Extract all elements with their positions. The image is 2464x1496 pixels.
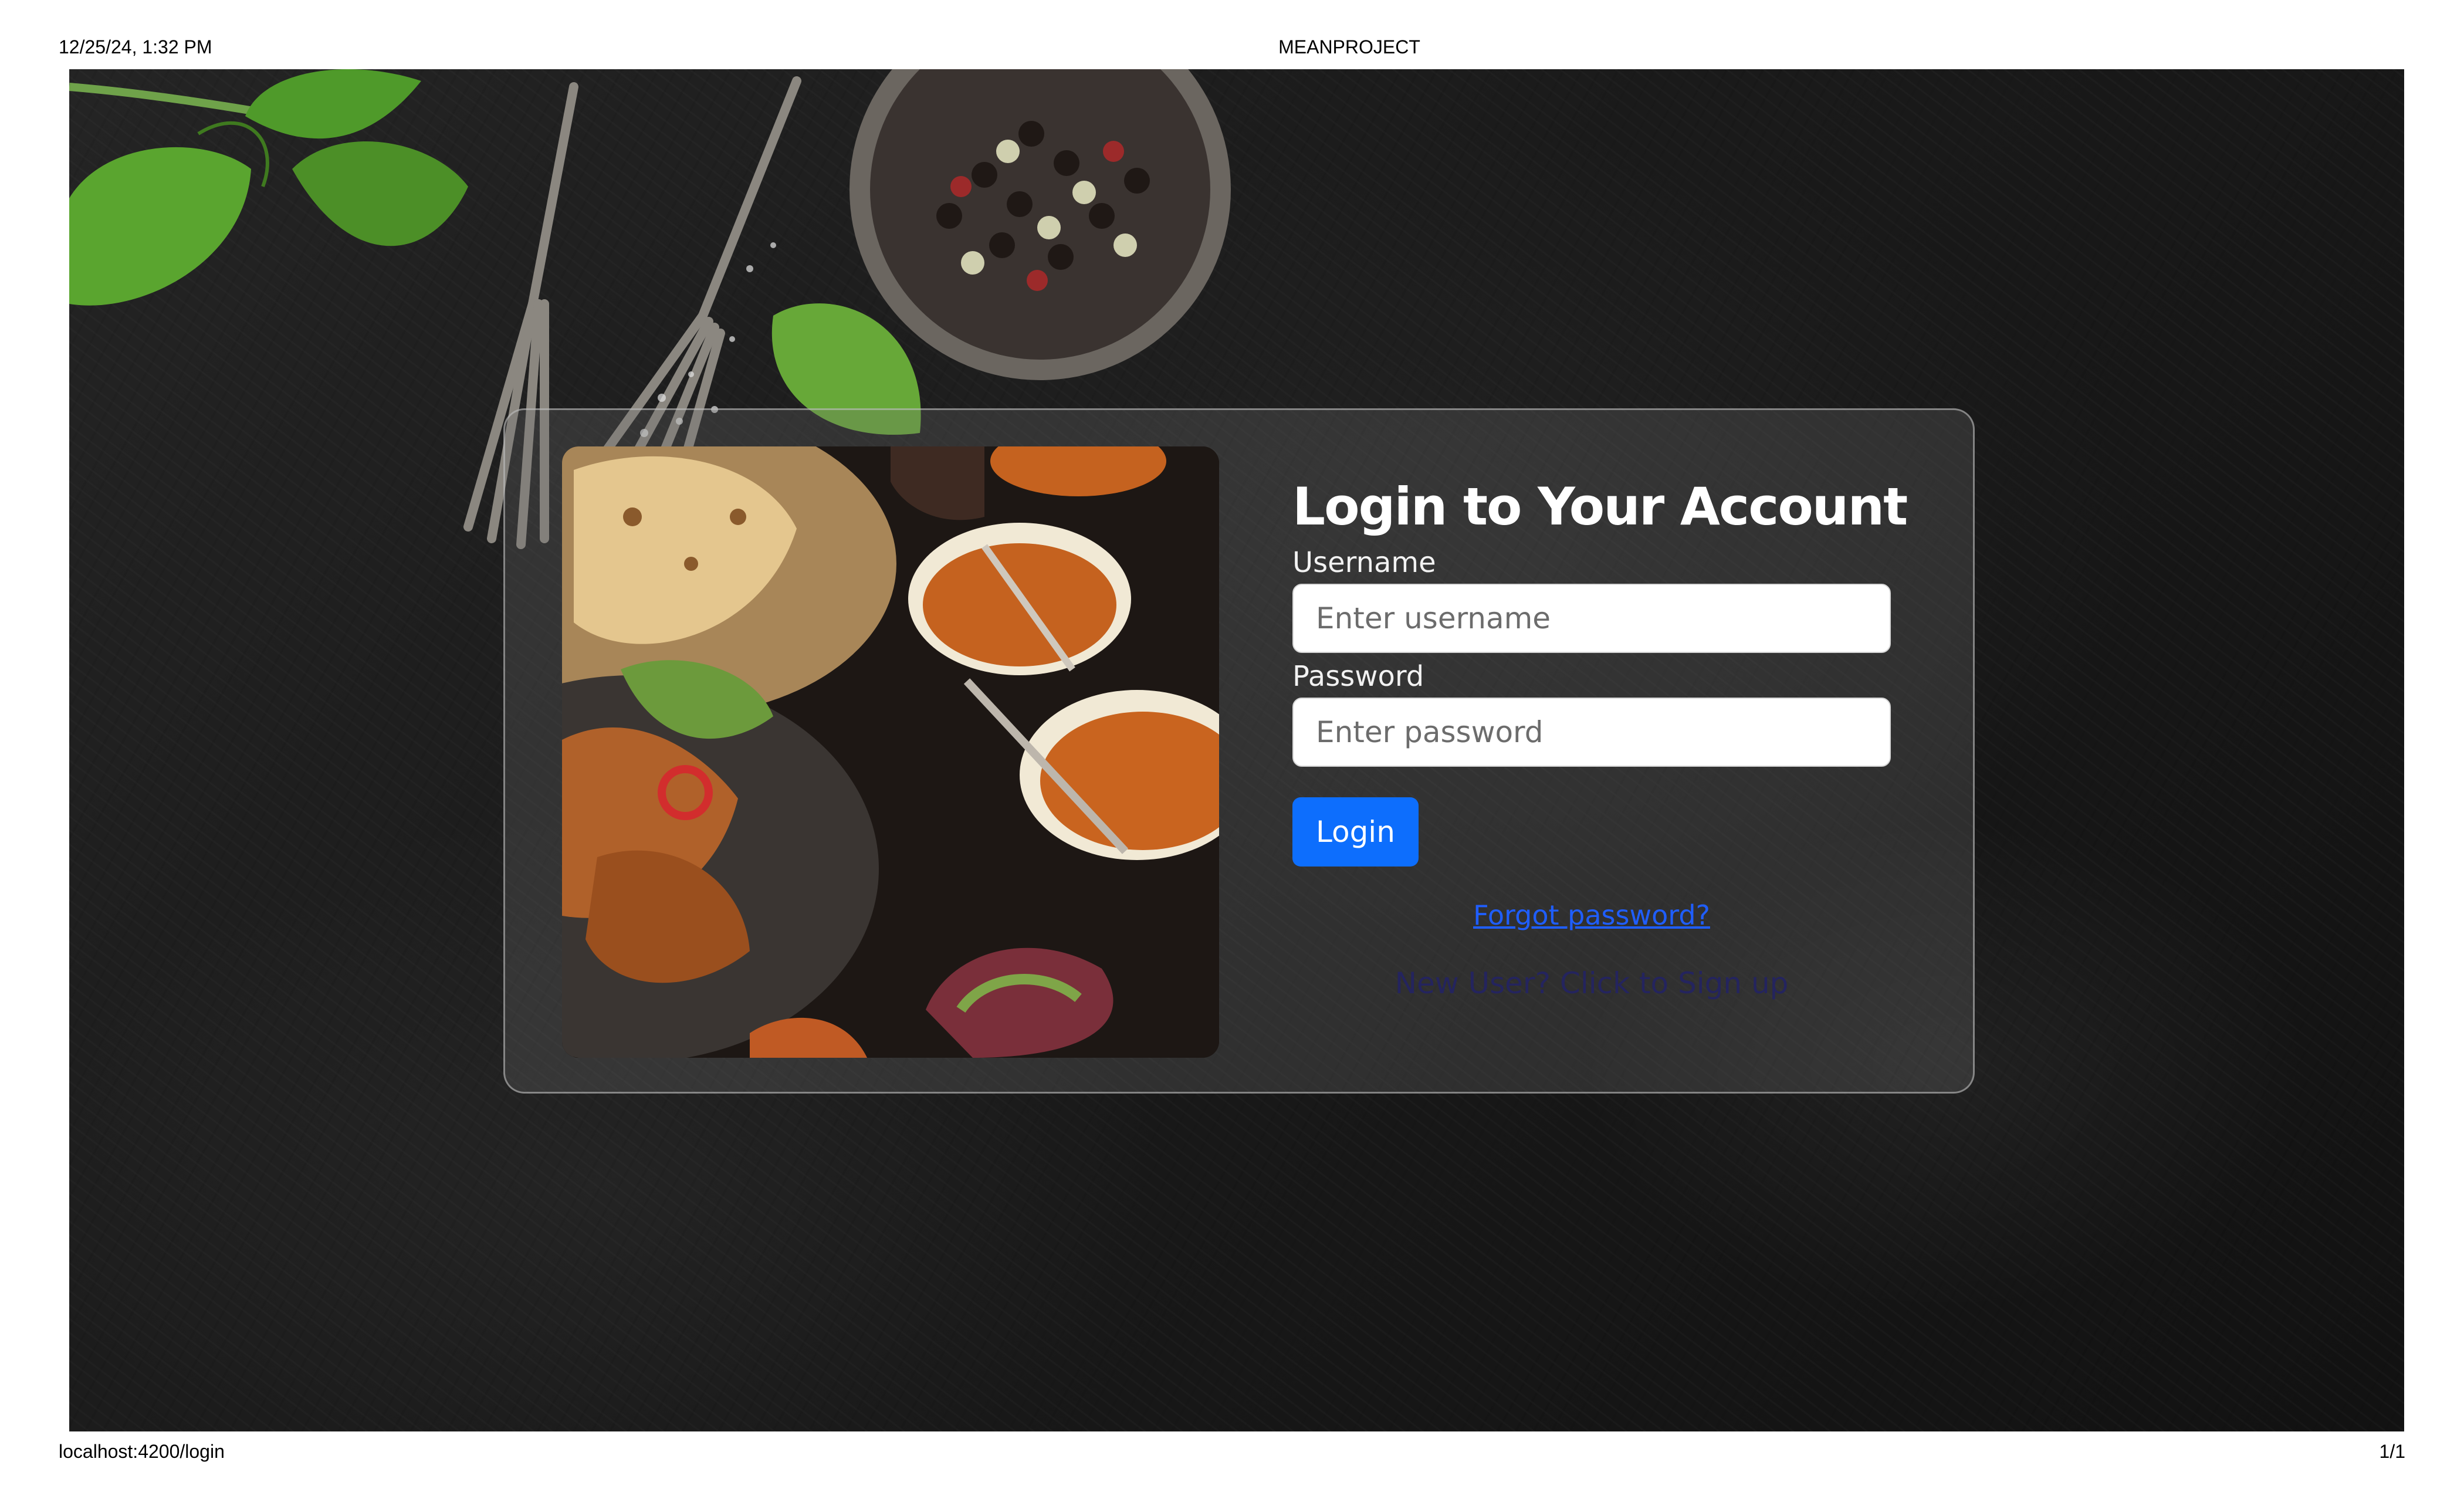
print-url: localhost:4200/login [59,1441,225,1462]
username-label: Username [1292,546,1436,579]
signup-link[interactable]: New User? Click to Sign up [1292,966,1891,1000]
print-header: 12/25/24, 1:32 PM MEANPROJECT [0,36,2464,65]
login-title: Login to Your Account [1292,476,1908,537]
food-photo [562,446,1219,1058]
password-input[interactable] [1292,698,1891,767]
login-form: Login to Your Account Username Password … [1292,475,1908,1000]
login-card: Login to Your Account Username Password … [503,408,1975,1094]
print-footer: localhost:4200/login 1/1 [0,1441,2464,1469]
login-button[interactable]: Login [1292,797,1419,867]
username-input[interactable] [1292,584,1891,653]
print-page-number: 1/1 [2379,1441,2405,1462]
login-page: Login to Your Account Username Password … [69,69,2404,1431]
print-page-title: MEANPROJECT [1278,36,1420,57]
indian-food-image [562,446,1219,1058]
forgot-password-link[interactable]: Forgot password? [1292,899,1891,931]
password-label: Password [1292,660,1424,693]
